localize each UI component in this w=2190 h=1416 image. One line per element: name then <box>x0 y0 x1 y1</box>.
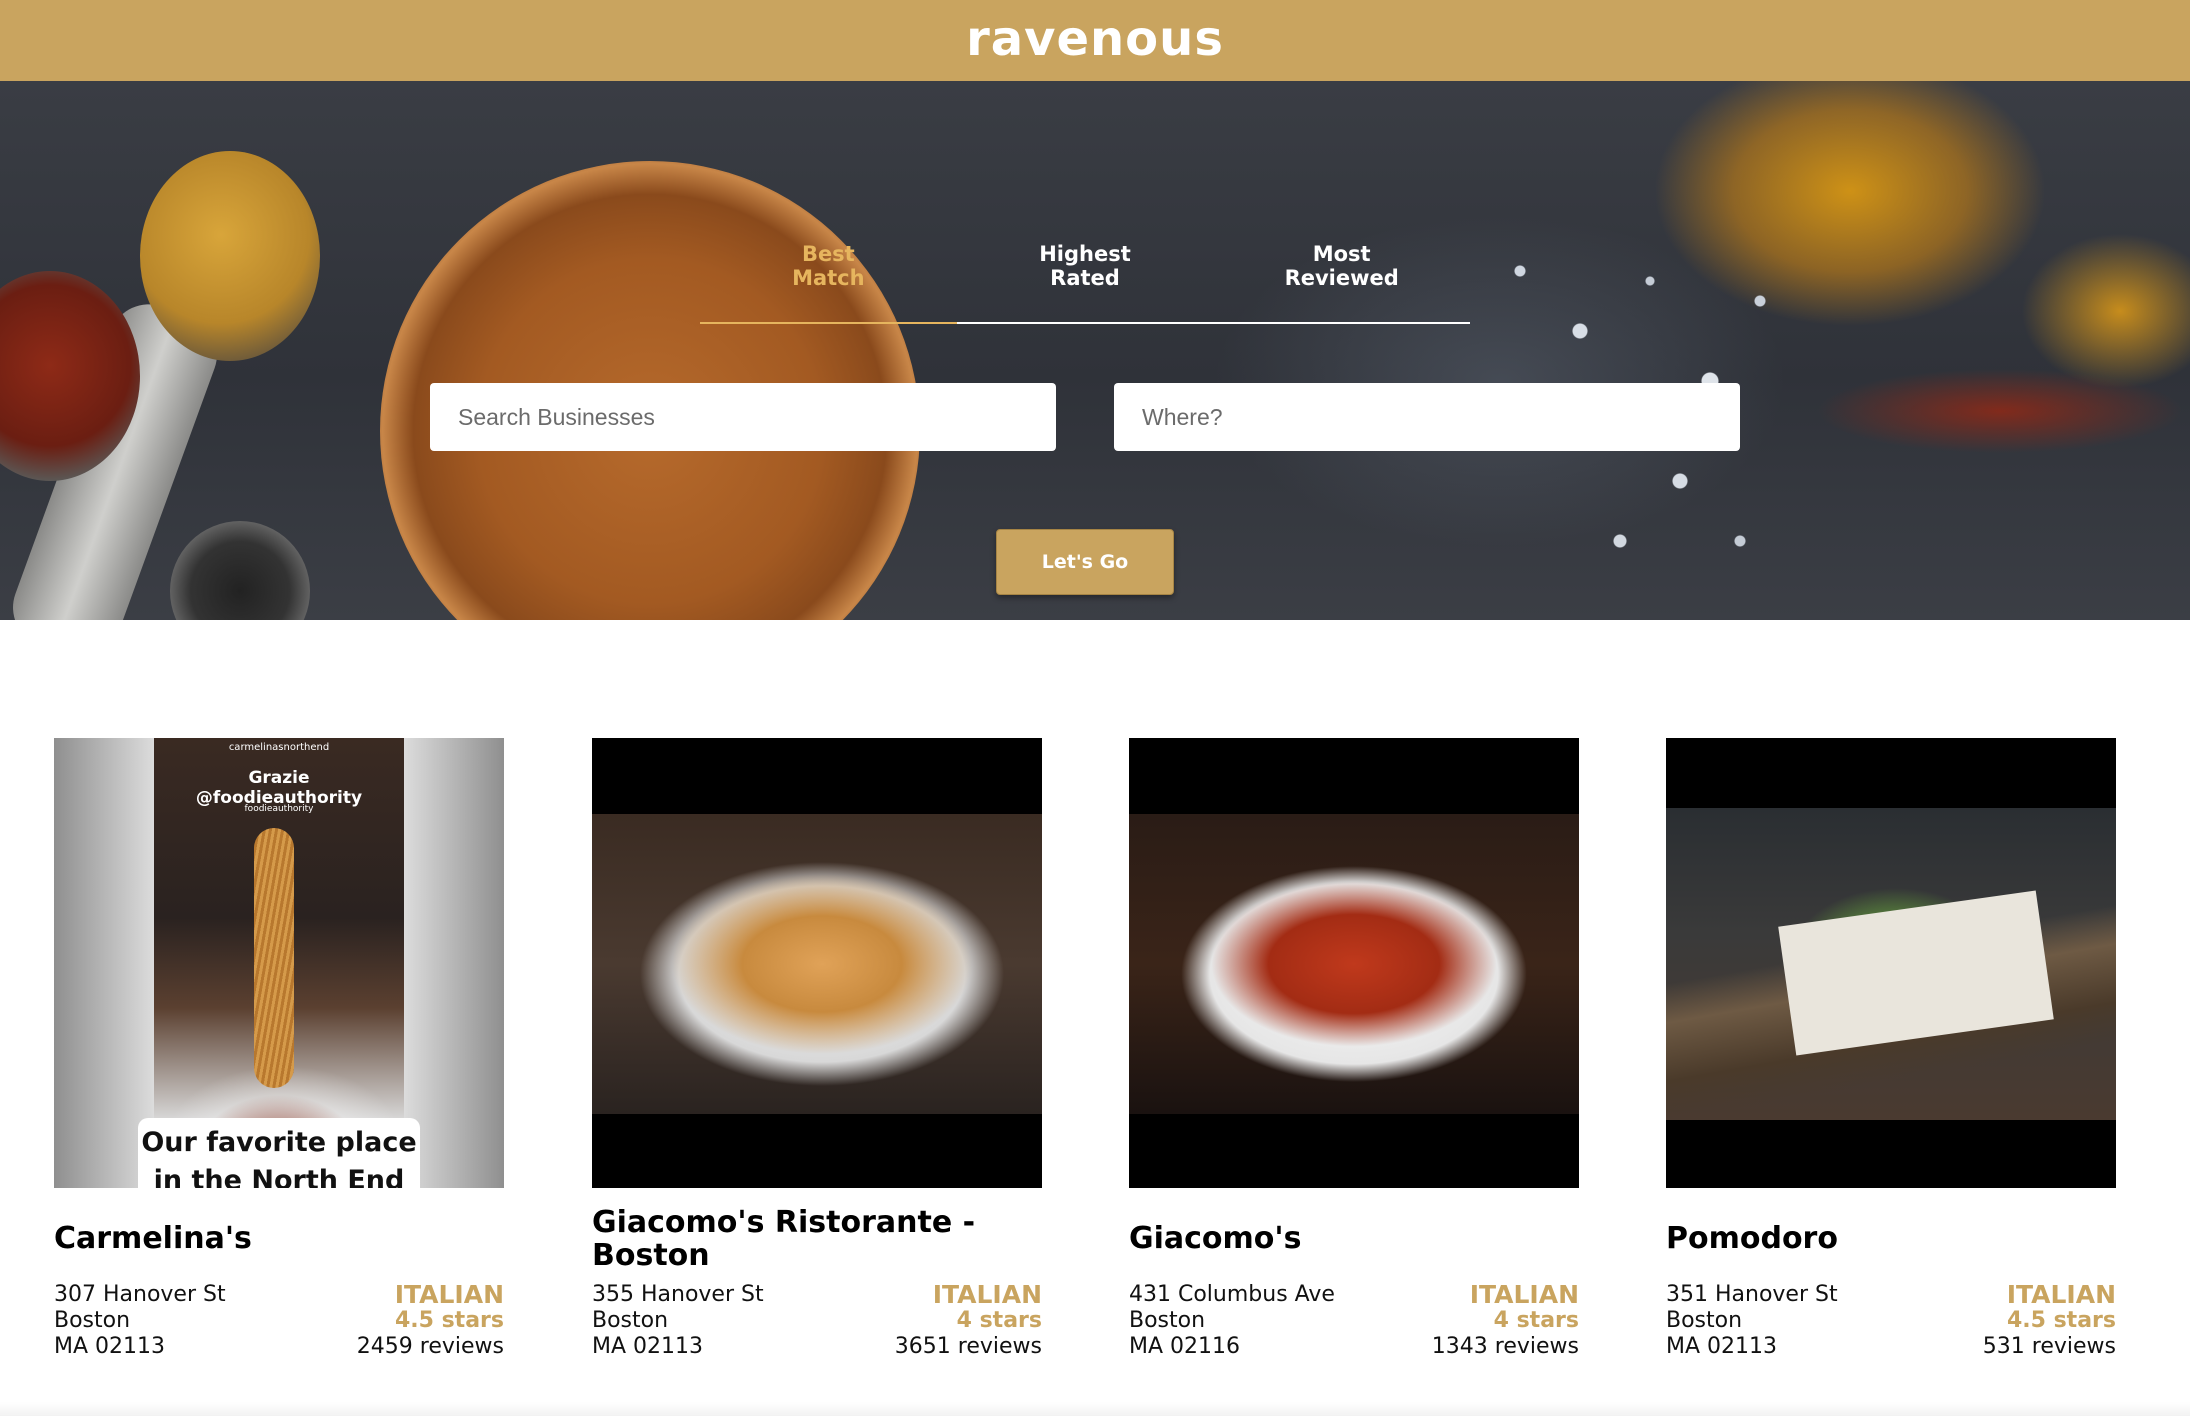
pasta-strand <box>254 828 294 1088</box>
page-bottom-shadow <box>0 1402 2190 1416</box>
business-reviews: ITALIAN 4 stars 1343 reviews <box>1432 1282 1579 1360</box>
street-address: 431 Columbus Ave <box>1129 1282 1335 1307</box>
rating-label: 4 stars <box>1493 1308 1579 1333</box>
business-reviews: ITALIAN 4 stars 3651 reviews <box>895 1282 1042 1360</box>
category-label: ITALIAN <box>2006 1280 2116 1309</box>
background-measuring-spoon-handle <box>1 293 229 620</box>
review-count: 2459 reviews <box>356 1334 504 1359</box>
business-name: Giacomo's <box>1129 1221 1302 1256</box>
state-zip: MA 02113 <box>592 1334 704 1359</box>
business-information: 351 Hanover St Boston MA 02113 ITALIAN 4… <box>1666 1282 2116 1360</box>
business-information: 431 Columbus Ave Boston MA 02116 ITALIAN… <box>1129 1282 1579 1360</box>
photo-frame-right <box>404 738 504 1188</box>
background-turmeric-spoon <box>140 151 320 361</box>
business-card[interactable]: Pomodoro 351 Hanover St Boston MA 02113 … <box>1666 738 2116 1359</box>
business-information: 307 Hanover St Boston MA 02113 ITALIAN 4… <box>54 1282 504 1360</box>
business-card[interactable]: carmelinasnorthend Grazie @foodieauthori… <box>54 738 504 1359</box>
background-pepper-spoon <box>170 521 310 620</box>
business-name: Giacomo's Ristorante - Boston <box>592 1205 976 1273</box>
business-list: carmelinasnorthend Grazie @foodieauthori… <box>0 620 2190 1416</box>
photo-account-label: carmelinasnorthend <box>228 742 330 753</box>
business-name: Carmelina's <box>54 1221 252 1256</box>
business-name: Pomodoro <box>1666 1221 1838 1256</box>
rating-label: 4 stars <box>956 1308 1042 1333</box>
city: Boston <box>592 1308 669 1333</box>
lets-go-button[interactable]: Let's Go <box>996 529 1174 595</box>
photo-caption-top: Grazie @foodieauthority <box>195 768 363 808</box>
rating-label: 4.5 stars <box>2006 1308 2116 1333</box>
background-paprika-spoon <box>0 271 140 481</box>
business-image[interactable]: carmelinasnorthend Grazie @foodieauthori… <box>54 738 504 1188</box>
photo-account-label-2: foodieauthority <box>244 804 314 814</box>
photo-caption-box: Our favorite place in the North End <box>138 1118 420 1188</box>
navbar: ravenous <box>0 0 2190 81</box>
city: Boston <box>54 1308 131 1333</box>
search-fields <box>430 383 1740 451</box>
business-address: 355 Hanover St Boston MA 02113 <box>592 1282 764 1360</box>
business-information: 355 Hanover St Boston MA 02113 ITALIAN 4… <box>592 1282 1042 1360</box>
search-bar: Best Match Highest Rated Most Reviewed L… <box>0 81 2190 620</box>
business-address: 307 Hanover St Boston MA 02113 <box>54 1282 226 1360</box>
search-businesses-input[interactable] <box>430 383 1056 451</box>
business-image[interactable] <box>1129 738 1579 1188</box>
business-image[interactable] <box>1666 738 2116 1188</box>
app-logo: ravenous <box>966 10 1224 67</box>
review-count: 1343 reviews <box>1431 1334 1579 1359</box>
city: Boston <box>1129 1308 1206 1333</box>
business-card[interactable]: Giacomo's 431 Columbus Ave Boston MA 021… <box>1129 738 1579 1359</box>
business-reviews: ITALIAN 4.5 stars 2459 reviews <box>357 1282 504 1360</box>
city: Boston <box>1666 1308 1743 1333</box>
business-card[interactable]: Giacomo's Ristorante - Boston 355 Hanove… <box>592 738 1042 1359</box>
tab-highest-rated[interactable]: Highest Rated <box>956 181 1214 324</box>
street-address: 351 Hanover St <box>1666 1282 1838 1307</box>
review-count: 3651 reviews <box>894 1334 1042 1359</box>
category-label: ITALIAN <box>394 1280 504 1309</box>
category-label: ITALIAN <box>1469 1280 1579 1309</box>
state-zip: MA 02113 <box>1666 1334 1778 1359</box>
street-address: 355 Hanover St <box>592 1282 764 1307</box>
sort-options: Best Match Highest Rated Most Reviewed <box>700 181 1471 324</box>
location-input[interactable] <box>1114 383 1740 451</box>
rating-label: 4.5 stars <box>394 1308 504 1333</box>
category-label: ITALIAN <box>932 1280 1042 1309</box>
linguine-photo <box>592 814 1042 1114</box>
business-reviews: ITALIAN 4.5 stars 531 reviews <box>1983 1282 2116 1360</box>
tab-best-match[interactable]: Best Match <box>700 181 957 324</box>
business-image[interactable] <box>592 738 1042 1188</box>
street-address: 307 Hanover St <box>54 1282 226 1307</box>
business-address: 351 Hanover St Boston MA 02113 <box>1666 1282 1838 1360</box>
spaghetti-photo <box>1129 814 1579 1114</box>
state-zip: MA 02113 <box>54 1334 166 1359</box>
business-address: 431 Columbus Ave Boston MA 02116 <box>1129 1282 1335 1360</box>
review-count: 531 reviews <box>1982 1334 2116 1359</box>
tab-most-reviewed[interactable]: Most Reviewed <box>1213 181 1471 324</box>
photo-frame-left <box>54 738 154 1188</box>
state-zip: MA 02116 <box>1129 1334 1241 1359</box>
